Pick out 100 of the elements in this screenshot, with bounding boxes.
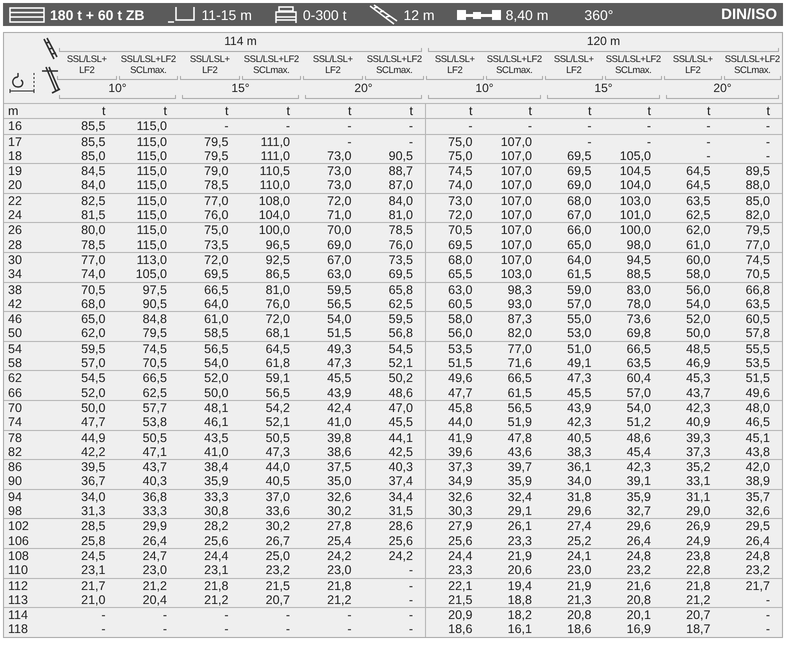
table-cell-text: 50,0 — [203, 386, 230, 400]
table-cell-text: 113 — [7, 592, 29, 608]
table-cell: 27,9 — [425, 519, 484, 534]
unit-label: t — [587, 104, 592, 118]
table-cell-text: 37,5 — [326, 460, 352, 474]
table-cell-text: - — [408, 622, 414, 637]
table-cell-text: 40,3 — [142, 474, 168, 489]
table-cell-text: - — [408, 592, 414, 608]
table-cell-text: 98 — [7, 504, 23, 518]
table-cell-text: 24,8 — [626, 548, 652, 564]
table-cell-text: 55,0 — [566, 312, 592, 326]
table-cell-text: 79,5 — [203, 134, 230, 149]
spec-value: 11-15 m — [202, 6, 252, 22]
spec-value: 12 m — [403, 6, 435, 22]
table-cell-text: - — [346, 622, 352, 637]
table-cell-text: 32,7 — [626, 504, 652, 518]
angle-label: 20° — [353, 82, 374, 95]
table-cell: 25,6 — [425, 534, 484, 548]
table-cell-text: 25,6 — [203, 534, 230, 548]
table-cell-text: 35,7 — [744, 490, 771, 504]
table-cell-text: 66,5 — [506, 371, 533, 386]
table-cell-text: 107,0 — [500, 223, 533, 238]
table-cell-text: 23,0 — [326, 563, 352, 578]
table-cell: 34,9 — [425, 474, 484, 489]
table-cell-text: 90,5 — [388, 148, 414, 164]
table-cell-text: 68,0 — [566, 194, 592, 208]
table-cell-text: 68,1 — [264, 326, 291, 341]
table-cell-text: 48,6 — [626, 430, 652, 445]
table-cell-text: 31,1 — [685, 490, 712, 504]
table-cell-text: 25,6 — [388, 534, 414, 548]
table-cell-text: 85,5 — [80, 119, 106, 134]
table-cell-text: - — [705, 148, 712, 164]
table-cell-text: 58,0 — [685, 267, 712, 282]
config-label: SSL/LSL+ LF2 — [672, 54, 714, 76]
table-cell-text: - — [408, 119, 414, 134]
table-cell: 41,9 — [425, 430, 484, 445]
table-cell-text: 107,0 — [500, 208, 533, 222]
table-cell-text: - — [346, 608, 352, 622]
table-cell-text: 42,3 — [626, 460, 652, 474]
table-cell-text: 90,5 — [142, 296, 168, 312]
table-cell: 45,8 — [425, 400, 484, 416]
table-cell-text: 100,0 — [618, 223, 652, 238]
table-cell-text: 72,0 — [203, 252, 230, 268]
table-cell-text: 70,5 — [80, 282, 106, 297]
table-cell-text: 90 — [7, 474, 23, 489]
table-cell-text: 45,1 — [744, 430, 771, 445]
table-cell-text: - — [284, 622, 291, 637]
table-cell: 74,5 — [425, 164, 484, 178]
table-cell-text: 37,0 — [264, 490, 291, 504]
table-cell-text: 41,0 — [203, 444, 230, 460]
table-cell-text: 21,0 — [80, 592, 106, 608]
table-cell: 74,0 — [425, 178, 484, 193]
table-cell-text: 97,5 — [142, 282, 168, 297]
table-cell: 75,0 — [425, 148, 484, 164]
table-cell-text: 107,0 — [500, 194, 533, 208]
table-cell-text: - — [346, 119, 352, 134]
hook-icon — [8, 71, 36, 95]
table-cell-text: 112 — [7, 578, 29, 593]
table-cell-text: 70,0 — [326, 223, 352, 238]
table-cell-text: 42,2 — [80, 444, 106, 460]
table-cell-text: 61,5 — [566, 267, 592, 282]
luffing-boom-icon — [40, 65, 62, 95]
table-cell-text: 47,3 — [264, 444, 291, 460]
table-cell-text: 83,0 — [626, 282, 652, 297]
table-cell-text: 20,7 — [264, 592, 291, 608]
counterweight-stack-icon — [9, 6, 45, 22]
table-cell-text: 111,0 — [260, 148, 291, 164]
table-cell-text: 79,5 — [744, 223, 771, 238]
table-cell-text: - — [764, 119, 771, 134]
table-cell-text: 30,2 — [264, 519, 291, 534]
spec-value: 8,40 m — [506, 6, 548, 22]
table-cell-text: - — [162, 622, 168, 637]
table-cell-text: 26,4 — [744, 534, 771, 548]
table-cell-text: 32,6 — [744, 504, 771, 518]
table-cell-text: 51,2 — [626, 415, 652, 430]
table-cell-text: 71,6 — [506, 356, 533, 370]
table-cell-text: 45,5 — [388, 415, 414, 430]
table-cell-text: 35,9 — [203, 474, 230, 489]
table-cell-text: 104,0 — [258, 208, 291, 222]
table-cell-text: 79,0 — [203, 164, 230, 178]
table-cell-text: 63,5 — [626, 356, 652, 370]
angle-label: 15° — [593, 82, 614, 95]
table-cell-text: 36,8 — [142, 490, 168, 504]
table-cell-text: 50,5 — [142, 430, 168, 445]
config-label: SSL/LSL+LF2 SCLmax. — [724, 54, 781, 76]
table-cell-text: 59,5 — [388, 312, 414, 326]
table-cell-text: 69,5 — [203, 267, 230, 282]
table-cell-text: 42 — [7, 296, 23, 312]
table-cell-text: 43,9 — [566, 400, 592, 416]
table-cell-text: 52,1 — [388, 356, 414, 370]
table-cell-text: 56,5 — [326, 296, 352, 312]
table-cell-text: 58 — [7, 356, 23, 370]
table-cell-text: 51,0 — [566, 342, 592, 356]
table-cell-text: 107,0 — [500, 252, 533, 268]
table-cell-text: 29,6 — [566, 504, 592, 518]
table-cell-text: 54,0 — [626, 400, 652, 416]
table-cell: 65,5 — [425, 267, 484, 282]
table-cell-text: 55,5 — [744, 342, 771, 356]
table-cell-text: 21,8 — [685, 578, 712, 593]
table-cell-text: 57,0 — [566, 296, 592, 312]
